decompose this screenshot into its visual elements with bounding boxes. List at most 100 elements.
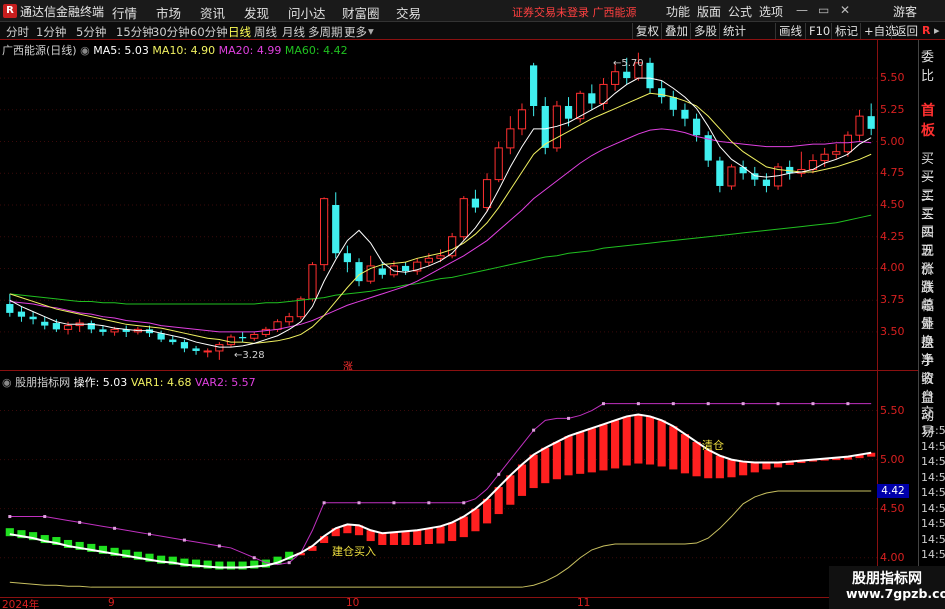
chevron-down-icon[interactable]: ▾: [368, 24, 374, 38]
sub-chart-legend: ◉ 股朋指标网 操作: 5.03 VAR1: 4.68 VAR2: 5.57: [2, 374, 256, 390]
y-tick-label: 5.25: [880, 102, 905, 116]
candle-body-down: [17, 311, 26, 317]
var2-marker: [462, 501, 466, 505]
menu-trade[interactable]: 交易: [396, 3, 421, 22]
menu-function[interactable]: 功能: [666, 3, 690, 20]
candle-body-up: [296, 298, 305, 318]
indicator-bar-red: [715, 455, 724, 479]
candle-body-up: [843, 134, 853, 153]
y-tick-label: 5.50: [880, 71, 905, 85]
kline-chart[interactable]: [0, 40, 877, 370]
indicator-bar-red: [529, 454, 538, 489]
period-tab-5min[interactable]: 5分钟: [76, 24, 106, 40]
var2-marker: [78, 520, 82, 524]
back-button[interactable]: 返回: [891, 23, 921, 39]
indicator-bar-red: [657, 420, 666, 467]
candle-body-up: [482, 179, 492, 209]
menu-formula[interactable]: 公式: [728, 3, 752, 20]
panel-trade-time: 14:5: [921, 517, 945, 530]
indicator-bar-red: [471, 508, 480, 532]
var2-marker: [532, 428, 536, 432]
main-chart-legend: 广西能源(日线) ◉ MA5: 5.03 MA10: 4.90 MA20: 4.…: [2, 42, 348, 58]
y-tick-label: 5.50: [880, 403, 905, 417]
menu-assistant[interactable]: 问小达: [288, 3, 326, 22]
candle-body-up: [250, 333, 259, 339]
indicator-chart[interactable]: [0, 386, 877, 597]
indicator-bar-red: [401, 531, 410, 545]
y-tick-label: 3.50: [880, 324, 905, 338]
candle-body-down: [471, 198, 480, 208]
candle-body-down: [332, 205, 340, 254]
candle-body-down: [239, 337, 247, 339]
period-tab-multi[interactable]: 多周期: [308, 24, 343, 40]
indicator-bar-red: [680, 434, 690, 474]
var2-marker: [217, 544, 221, 548]
candle-body-up: [63, 325, 73, 330]
y-axis-line: [877, 40, 878, 600]
var2-marker: [427, 501, 431, 505]
menu-options[interactable]: 选项: [759, 3, 783, 20]
var2-marker: [601, 402, 605, 406]
multi-stock-button[interactable]: 多股: [690, 23, 720, 39]
signal-clear: 清仓: [702, 439, 724, 452]
period-tab-timeshare[interactable]: 分时: [6, 24, 29, 40]
toolbar-separator: [748, 23, 754, 39]
candle-body-up: [273, 321, 282, 330]
candle-body-up: [855, 115, 864, 136]
login-user[interactable]: 游客: [893, 3, 917, 20]
close-icon[interactable]: ✕: [840, 3, 850, 17]
indicator-toggle-icon[interactable]: ◉: [2, 376, 12, 389]
app-title: 通达信金融终端: [20, 5, 105, 19]
var2-marker: [706, 402, 710, 406]
menu-quotes[interactable]: 行情: [112, 3, 137, 22]
mark-button[interactable]: 标记: [831, 23, 861, 39]
op-label: 操作: 5.03: [73, 376, 128, 389]
indicator-bar-red: [389, 532, 399, 545]
period-tab-daily[interactable]: 日线: [228, 24, 251, 40]
ma5-label: MA5: 5.03: [93, 44, 149, 57]
menu-layout[interactable]: 版面: [697, 3, 721, 20]
period-tab-more[interactable]: 更多: [344, 24, 367, 40]
candle-body-down: [343, 253, 351, 263]
panel-trade-time: 14:5: [921, 486, 945, 499]
y-tick-label: 4.25: [880, 229, 905, 243]
menu-discover[interactable]: 发现: [244, 3, 269, 22]
candle-body-up: [436, 255, 445, 259]
minimize-icon[interactable]: —: [796, 3, 808, 17]
period-tab-1min[interactable]: 1分钟: [36, 24, 66, 40]
panel-trade-time: 14:5: [921, 455, 945, 468]
candle-body-up: [203, 350, 212, 353]
period-tab-30min[interactable]: 30分钟: [152, 24, 190, 40]
indicator-bar-red: [611, 420, 620, 469]
period-tab-monthly[interactable]: 月线: [282, 24, 305, 40]
stats-button[interactable]: 统计: [719, 23, 749, 39]
indicator-bar-red: [634, 414, 643, 464]
period-tab-weekly[interactable]: 周线: [254, 24, 277, 40]
indicator-bar-red: [739, 461, 748, 476]
var2-marker: [392, 501, 396, 505]
f10-button[interactable]: F10: [805, 23, 833, 39]
x-label-year: 2024年: [2, 599, 40, 609]
menu-market[interactable]: 市场: [156, 3, 181, 22]
maximize-icon[interactable]: ▭: [818, 3, 829, 17]
var2-marker: [8, 515, 12, 519]
var1-label: VAR1: 4.68: [130, 376, 192, 389]
overlay-button[interactable]: 叠加: [661, 23, 691, 39]
candle-body-down: [692, 118, 701, 136]
period-tab-15min[interactable]: 15分钟: [116, 24, 154, 40]
menu-wealth[interactable]: 财富圈: [342, 3, 380, 22]
var2-marker: [846, 402, 850, 406]
login-warning[interactable]: 证券交易未登录 广西能源: [512, 4, 637, 20]
period-tab-60min[interactable]: 60分钟: [190, 24, 228, 40]
candle-body-up: [610, 71, 620, 85]
panel-collapse-icon[interactable]: ▸: [934, 24, 940, 37]
adjust-button[interactable]: 复权: [632, 23, 662, 39]
candle-body-down: [762, 179, 771, 186]
menu-news[interactable]: 资讯: [200, 3, 225, 22]
indicator-bar-red: [645, 416, 655, 465]
draw-button[interactable]: 画线: [775, 23, 805, 39]
panel-trade-time: 14:5: [921, 501, 945, 515]
var2-marker: [357, 501, 361, 505]
indicator-bar-red: [552, 441, 561, 480]
legend-toggle-icon[interactable]: ◉: [80, 44, 90, 57]
